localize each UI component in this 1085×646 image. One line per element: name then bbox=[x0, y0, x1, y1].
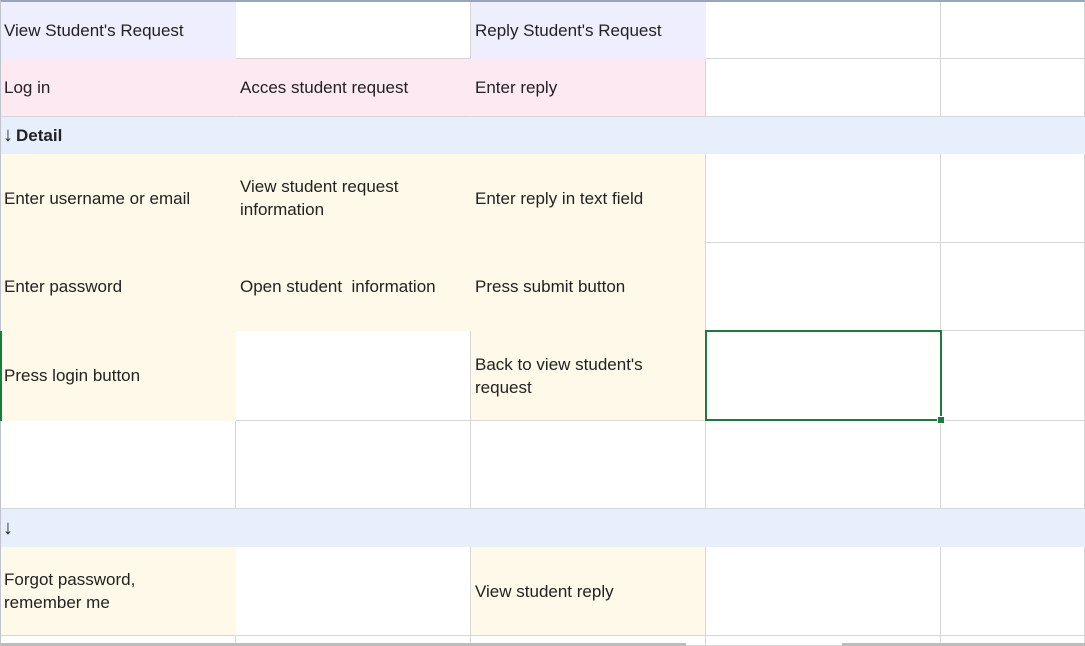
grid-cell[interactable]: Press login button bbox=[0, 331, 236, 421]
grid-cell[interactable] bbox=[236, 331, 471, 421]
grid-cell[interactable] bbox=[941, 421, 1085, 509]
grid-cell[interactable] bbox=[941, 59, 1085, 117]
grid-cell[interactable] bbox=[941, 331, 1085, 421]
grid-cell[interactable]: Open student information bbox=[236, 243, 471, 331]
grid-cell[interactable]: Enter username or email bbox=[0, 154, 236, 243]
sheet-row: Enter password Open student information … bbox=[0, 243, 1085, 331]
grid-cell[interactable] bbox=[706, 547, 941, 636]
grid-cell[interactable]: Press submit button bbox=[471, 243, 706, 331]
grid-cell[interactable] bbox=[941, 243, 1085, 331]
grid-cell[interactable] bbox=[236, 547, 471, 636]
grid-cell[interactable] bbox=[706, 154, 941, 243]
grid-cell[interactable]: Back to view student's request bbox=[471, 331, 706, 421]
sheet-row: Forgot password, remember me View studen… bbox=[0, 547, 1085, 636]
grid-cell[interactable] bbox=[236, 2, 471, 59]
grid-cell[interactable]: View student request information bbox=[236, 154, 471, 243]
down-arrow-icon: ↓ bbox=[3, 516, 13, 539]
cell-selection-box[interactable] bbox=[705, 330, 945, 424]
release-band[interactable]: ↓ bbox=[0, 509, 1085, 547]
story-map-sheet: View Student's Request Reply Student's R… bbox=[0, 0, 1085, 646]
down-arrow-icon: ↓ bbox=[3, 124, 13, 146]
grid-cell[interactable] bbox=[236, 421, 471, 509]
row-selection-indicator bbox=[0, 331, 2, 421]
band-label: Detail bbox=[16, 125, 63, 145]
grid-cell[interactable] bbox=[706, 59, 941, 117]
sheet-row bbox=[0, 421, 1085, 509]
grid-cell[interactable]: Forgot password, remember me bbox=[0, 547, 236, 636]
grid-cell[interactable]: Enter reply in text field bbox=[471, 154, 706, 243]
grid-cell[interactable] bbox=[471, 421, 706, 509]
grid-cell[interactable] bbox=[941, 154, 1085, 243]
grid-cell[interactable]: Reply Student's Request bbox=[471, 2, 706, 59]
sheet-row: Enter username or email View student req… bbox=[0, 154, 1085, 243]
sheet-row: View Student's Request Reply Student's R… bbox=[0, 2, 1085, 59]
grid-cell[interactable]: Log in bbox=[0, 59, 236, 117]
sheet-row: Log in Acces student request Enter reply bbox=[0, 59, 1085, 117]
frozen-row-divider bbox=[0, 0, 1085, 2]
detail-band[interactable]: ↓ Detail bbox=[0, 117, 1085, 154]
grid-cell[interactable]: View student reply bbox=[471, 547, 706, 636]
grid-cell[interactable]: View Student's Request bbox=[0, 2, 236, 59]
grid-cell[interactable] bbox=[706, 243, 941, 331]
grid-cell[interactable] bbox=[706, 2, 941, 59]
fill-handle[interactable] bbox=[937, 416, 945, 424]
sheet-left-edge bbox=[0, 0, 1, 646]
grid-cell[interactable]: Enter password bbox=[0, 243, 236, 331]
grid-cell[interactable] bbox=[0, 421, 236, 509]
grid-cell[interactable] bbox=[941, 2, 1085, 59]
grid-cell[interactable] bbox=[941, 547, 1085, 636]
grid-cell[interactable]: Acces student request bbox=[236, 59, 471, 117]
grid-cell[interactable]: Enter reply bbox=[471, 59, 706, 117]
grid-cell[interactable] bbox=[706, 421, 941, 509]
